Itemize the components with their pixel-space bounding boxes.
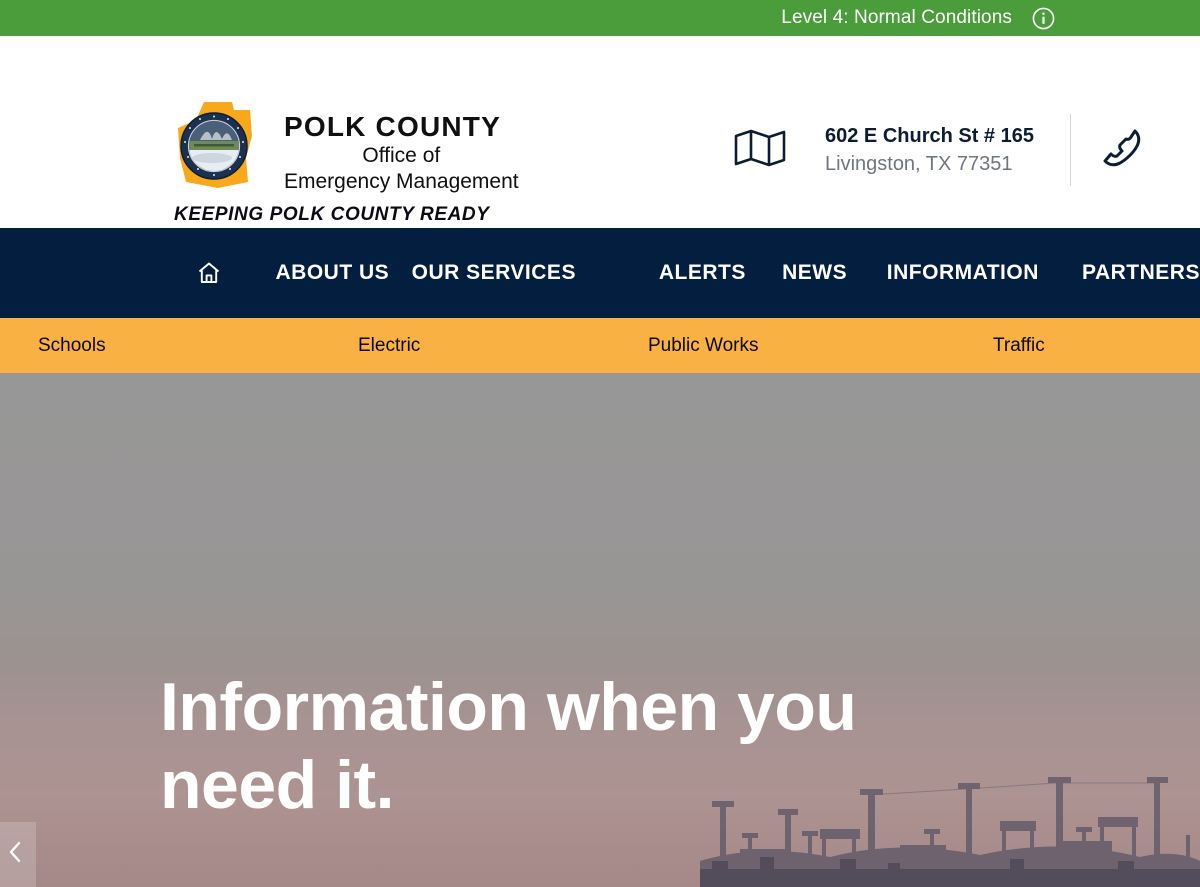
nav-item-about-us[interactable]: ABOUT US bbox=[276, 261, 390, 285]
nav-item-partners[interactable]: PARTNERS bbox=[1082, 261, 1200, 285]
address-block: 602 E Church St # 165 Livingston, TX 773… bbox=[825, 122, 1034, 178]
address-street: 602 E Church St # 165 bbox=[825, 125, 1034, 147]
page-root: Level 4: Normal Conditions POLK COUNTY O… bbox=[0, 0, 1200, 887]
nav-item-alerts[interactable]: ALERTS bbox=[659, 261, 746, 285]
sub-navigation: Schools Electric Public Works Traffic bbox=[0, 318, 1200, 373]
carousel-prev-button[interactable] bbox=[0, 822, 36, 887]
nav-item-news[interactable]: NEWS bbox=[782, 261, 847, 285]
status-banner: Level 4: Normal Conditions bbox=[0, 0, 1200, 36]
sub-nav-item-electric[interactable]: Electric bbox=[358, 335, 420, 357]
status-level-text: Level 4: Normal Conditions bbox=[781, 7, 1012, 28]
sub-nav-item-public-works[interactable]: Public Works bbox=[648, 335, 759, 357]
hero-headline: Information when you need it. bbox=[160, 669, 857, 823]
brand-tagline: KEEPING POLK COUNTY READY bbox=[174, 204, 490, 225]
main-navigation: ABOUT US OUR SERVICES ALERTS NEWS INFORM… bbox=[0, 228, 1200, 318]
nav-item-our-services[interactable]: OUR SERVICES bbox=[412, 261, 576, 285]
sub-nav-item-schools[interactable]: Schools bbox=[38, 335, 106, 357]
info-circle-icon[interactable] bbox=[1012, 7, 1055, 30]
header-contact-block: 602 E Church St # 165 Livingston, TX 773… bbox=[733, 114, 1147, 186]
brand-text: POLK COUNTY Office of Emergency Manageme… bbox=[284, 96, 519, 195]
hero-banner: Information when you need it. bbox=[0, 373, 1200, 887]
brand-block[interactable]: POLK COUNTY Office of Emergency Manageme… bbox=[160, 96, 519, 196]
org-name-secondary: Office of bbox=[362, 144, 441, 168]
nav-item-information[interactable]: INFORMATION bbox=[887, 261, 1039, 285]
polk-county-seal-icon bbox=[160, 96, 272, 196]
map-icon[interactable] bbox=[733, 126, 787, 175]
home-icon[interactable] bbox=[196, 260, 222, 286]
site-header: POLK COUNTY Office of Emergency Manageme… bbox=[0, 36, 1200, 228]
org-name-tertiary: Emergency Management bbox=[284, 170, 519, 193]
address-city-state-zip: Livingston, TX 77351 bbox=[825, 153, 1013, 175]
chevron-left-icon bbox=[9, 840, 23, 869]
org-name-primary: POLK COUNTY bbox=[284, 111, 501, 142]
phone-icon[interactable] bbox=[1071, 124, 1147, 177]
sub-nav-item-traffic[interactable]: Traffic bbox=[993, 335, 1045, 357]
